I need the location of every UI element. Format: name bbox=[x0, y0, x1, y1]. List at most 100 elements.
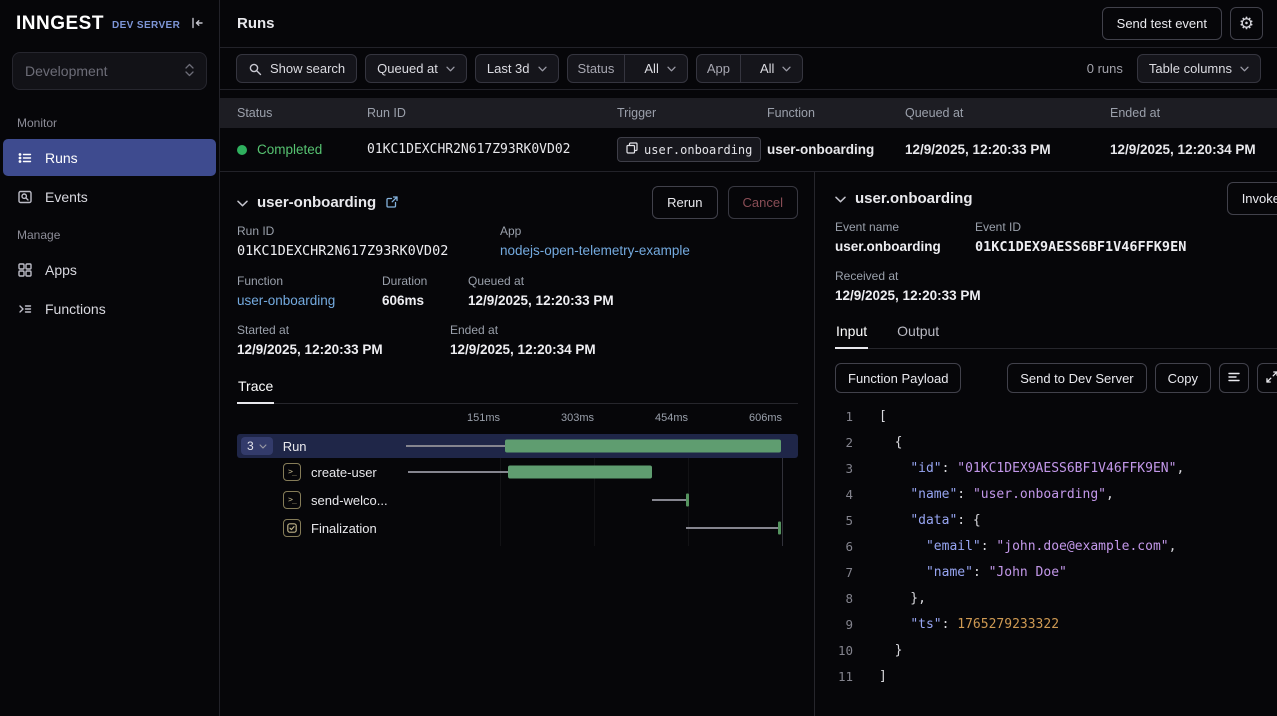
apps-icon bbox=[17, 262, 33, 278]
started-at-value: 12/9/2025, 12:20:33 PM bbox=[237, 342, 450, 357]
main-content: Runs Send test event ⚙ Show search Queue… bbox=[220, 0, 1277, 716]
trigger-badge[interactable]: user.onboarding bbox=[617, 137, 761, 162]
sidebar-item-events[interactable]: Events bbox=[3, 178, 216, 215]
trace-span-bar[interactable] bbox=[508, 466, 653, 479]
step-run-icon: >_ bbox=[283, 491, 301, 509]
expand-payload-button[interactable] bbox=[1257, 363, 1277, 393]
collapse-sidebar-icon bbox=[189, 15, 205, 34]
events-icon bbox=[17, 189, 33, 205]
trace-row-send-welcome[interactable]: >_ send-welco... bbox=[237, 486, 798, 514]
ended-at-value: 12/9/2025, 12:20:34 PM bbox=[450, 342, 596, 357]
run-detail-pane: user-onboarding Rerun Cancel Run ID 01KC… bbox=[220, 172, 814, 716]
table-columns-dropdown[interactable]: Table columns bbox=[1137, 54, 1261, 83]
search-icon bbox=[248, 62, 262, 76]
chevron-down-icon bbox=[1240, 66, 1249, 72]
trace-wait-segment bbox=[652, 499, 688, 501]
trace-tick-bar[interactable] bbox=[686, 494, 689, 507]
queued-at-dropdown[interactable]: Queued at bbox=[365, 54, 467, 83]
ended-at-cell: 12/9/2025, 12:20:34 PM bbox=[1110, 142, 1277, 157]
sidebar-item-label: Apps bbox=[45, 262, 77, 278]
monitor-section-label: Monitor bbox=[17, 116, 219, 130]
function-cell: user-onboarding bbox=[767, 142, 905, 157]
environment-select[interactable]: Development bbox=[12, 52, 207, 90]
event-detail-pane: user.onboarding Invoke Event name user.o… bbox=[814, 172, 1277, 716]
app-root: INNGEST DEV SERVER Development Monitor R… bbox=[0, 0, 1277, 716]
chevron-down-icon bbox=[446, 66, 455, 72]
app-filter[interactable]: App All bbox=[696, 54, 804, 83]
run-detail-title: user-onboarding bbox=[257, 194, 376, 211]
queued-at-value: 12/9/2025, 12:20:33 PM bbox=[468, 293, 614, 308]
trace-row-finalization[interactable]: Finalization bbox=[237, 514, 798, 542]
run-id-label: Run ID bbox=[237, 224, 500, 238]
copy-button[interactable]: Copy bbox=[1155, 363, 1211, 393]
inngest-logo: INNGEST bbox=[16, 13, 104, 35]
trace-axis: 151ms 303ms 454ms 606ms bbox=[237, 412, 798, 434]
column-header: Status bbox=[220, 106, 367, 120]
event-name-label: Event name bbox=[835, 220, 975, 234]
collapse-sidebar-button[interactable] bbox=[189, 15, 205, 34]
chevron-down-icon bbox=[782, 66, 791, 72]
chevron-down-icon bbox=[237, 195, 248, 210]
sidebar-item-apps[interactable]: Apps bbox=[3, 251, 216, 288]
trace-timeline: 151ms 303ms 454ms 606ms 3 Run bbox=[237, 412, 798, 542]
collapse-event-detail-button[interactable] bbox=[835, 191, 846, 206]
step-finalize-icon bbox=[283, 519, 301, 537]
sidebar-item-label: Functions bbox=[45, 301, 106, 317]
event-id-label: Event ID bbox=[975, 220, 1186, 234]
show-search-button[interactable]: Show search bbox=[236, 54, 357, 83]
column-header: Ended at bbox=[1110, 106, 1277, 120]
column-header: Run ID bbox=[367, 106, 617, 120]
runs-count: 0 runs bbox=[1087, 61, 1123, 76]
function-link[interactable]: user-onboarding bbox=[237, 293, 382, 308]
column-header: Function bbox=[767, 106, 905, 120]
trace-tick-bar[interactable] bbox=[778, 522, 781, 535]
event-icon bbox=[626, 142, 638, 157]
rerun-button[interactable]: Rerun bbox=[652, 186, 717, 219]
trace-row-label: send-welco... bbox=[311, 493, 388, 508]
sidebar-item-functions[interactable]: Functions bbox=[3, 290, 216, 327]
trace-row-run[interactable]: 3 Run bbox=[237, 434, 798, 458]
external-link-icon[interactable] bbox=[385, 195, 399, 209]
queued-at-cell: 12/9/2025, 12:20:33 PM bbox=[905, 142, 1110, 157]
status-filter[interactable]: Status All bbox=[567, 54, 688, 83]
send-test-event-button[interactable]: Send test event bbox=[1102, 7, 1222, 40]
tab-output[interactable]: Output bbox=[896, 317, 940, 348]
cancel-button[interactable]: Cancel bbox=[728, 186, 798, 219]
sidebar: INNGEST DEV SERVER Development Monitor R… bbox=[0, 0, 220, 716]
trace-row-label: Finalization bbox=[311, 521, 377, 536]
trace-span-bar[interactable] bbox=[505, 440, 781, 453]
settings-button[interactable]: ⚙ bbox=[1230, 7, 1263, 40]
expand-icon bbox=[1265, 370, 1277, 387]
sidebar-item-runs[interactable]: Runs bbox=[3, 139, 216, 176]
step-run-icon: >_ bbox=[283, 463, 301, 481]
trace-row-create-user[interactable]: >_ create-user bbox=[237, 458, 798, 486]
wrap-lines-button[interactable] bbox=[1219, 363, 1249, 393]
runs-icon bbox=[17, 150, 33, 166]
trace-expander[interactable]: 3 bbox=[241, 437, 273, 455]
manage-section-label: Manage bbox=[17, 228, 219, 242]
trace-wait-segment bbox=[408, 471, 508, 473]
duration-value: 606ms bbox=[382, 293, 468, 308]
functions-icon bbox=[17, 301, 33, 317]
environment-label: Development bbox=[25, 63, 108, 79]
payload-code[interactable]: 1[2 {3 "id": "01KC1DEX9AESS6BF1V46FFK9EN… bbox=[835, 403, 1277, 689]
app-link[interactable]: nodejs-open-telemetry-example bbox=[500, 243, 690, 258]
trace-row-label: create-user bbox=[311, 465, 377, 480]
invoke-button[interactable]: Invoke bbox=[1227, 182, 1277, 215]
tab-input[interactable]: Input bbox=[835, 317, 868, 348]
trace-wait-segment bbox=[406, 445, 505, 447]
event-id-value: 01KC1DEX9AESS6BF1V46FFK9EN bbox=[975, 239, 1186, 255]
status-text: Completed bbox=[257, 142, 322, 157]
chevron-down-icon bbox=[538, 66, 547, 72]
align-lines-icon bbox=[1227, 370, 1241, 387]
function-payload-chip[interactable]: Function Payload bbox=[835, 363, 961, 393]
collapse-run-detail-button[interactable] bbox=[237, 195, 248, 210]
chevron-down-icon bbox=[835, 191, 846, 206]
send-to-dev-server-button[interactable]: Send to Dev Server bbox=[1007, 363, 1146, 393]
tab-trace[interactable]: Trace bbox=[237, 372, 274, 403]
table-row[interactable]: Completed 01KC1DEXCHR2N617Z93RK0VD02 use… bbox=[220, 128, 1277, 172]
trace-row-label: Run bbox=[283, 439, 307, 454]
event-detail-title: user.onboarding bbox=[855, 190, 973, 207]
time-range-dropdown[interactable]: Last 3d bbox=[475, 54, 559, 83]
received-at-label: Received at bbox=[835, 269, 981, 283]
